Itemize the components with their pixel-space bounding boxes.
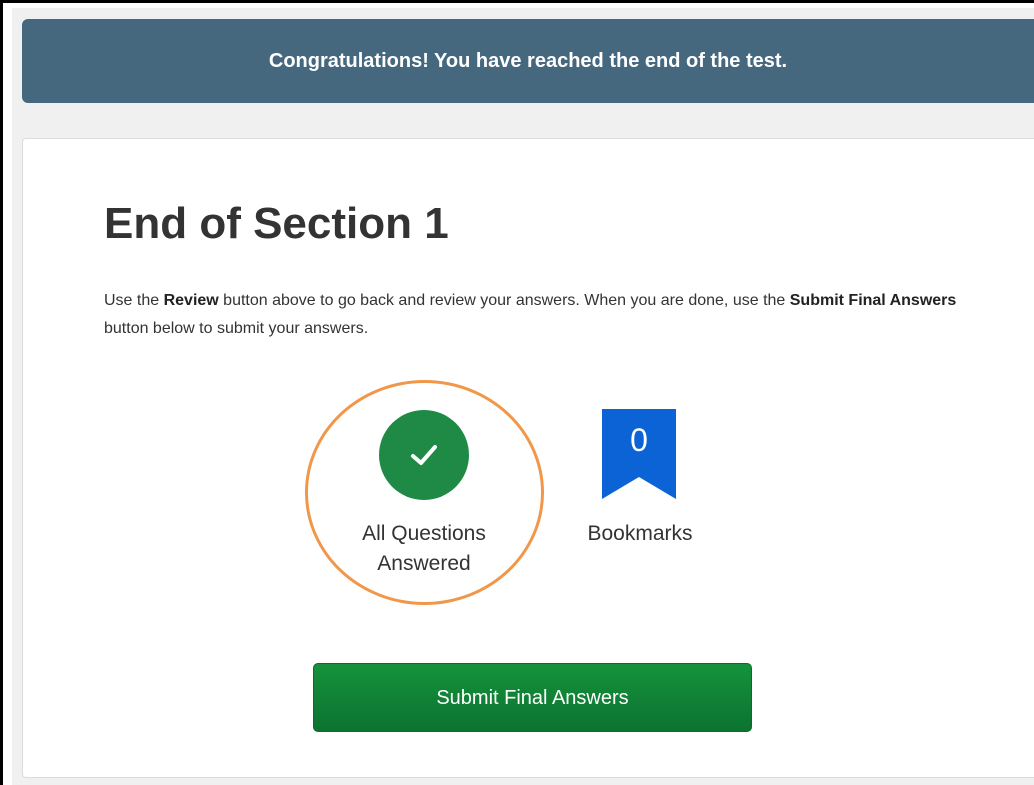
bookmark-count: 0: [630, 422, 648, 458]
completion-banner: Congratulations! You have reached the en…: [22, 19, 1034, 103]
submit-keyword: Submit Final Answers: [789, 292, 957, 309]
submit-final-answers-button[interactable]: Submit Final Answers: [313, 663, 752, 732]
review-keyword: Review: [163, 292, 219, 309]
instructions-part-2: button above to go back and review your …: [218, 292, 790, 309]
instructions-part-3: button below to submit your answers.: [104, 320, 369, 337]
instructions-text: Use the Review button above to go back a…: [104, 287, 964, 343]
banner-message: Congratulations! You have reached the en…: [268, 49, 788, 72]
page-title: End of Section 1: [104, 199, 449, 248]
highlight-circle: [305, 380, 544, 605]
bookmarks-label: Bookmarks: [587, 522, 693, 545]
instructions-part-1: Use the: [104, 292, 164, 309]
